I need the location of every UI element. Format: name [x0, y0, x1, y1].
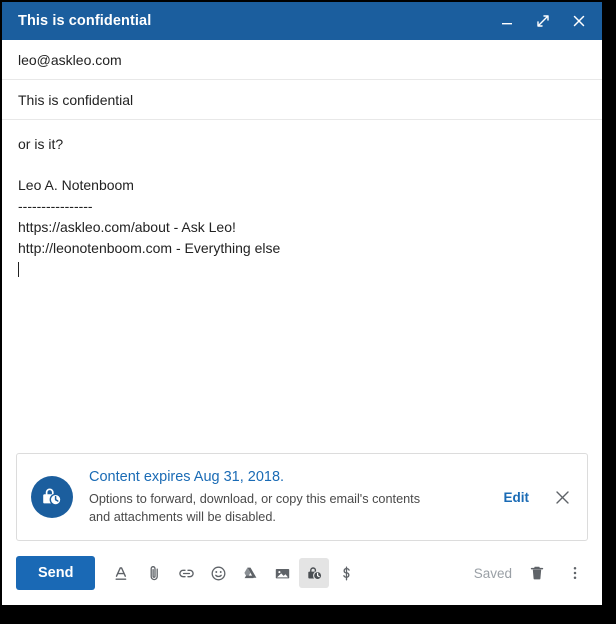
formatting-options-icon[interactable] — [107, 558, 137, 588]
confidential-banner-wrapper: Content expires Aug 31, 2018. Options to… — [2, 453, 602, 541]
body-line: https://askleo.com/about - Ask Leo! — [18, 219, 236, 236]
body-line: or is it? — [18, 136, 64, 153]
banner-close-icon[interactable] — [551, 486, 573, 508]
banner-edit-link[interactable]: Edit — [504, 490, 530, 505]
more-options-icon[interactable] — [562, 560, 588, 586]
text-cursor — [18, 260, 586, 281]
subject-value: This is confidential — [18, 92, 134, 109]
insert-link-icon[interactable] — [171, 558, 201, 588]
insert-photo-icon[interactable] — [267, 558, 297, 588]
attach-file-icon[interactable] — [139, 558, 169, 588]
lock-clock-icon — [31, 476, 73, 519]
saved-status-label: Saved — [473, 565, 512, 581]
window-title: This is confidential — [18, 13, 152, 29]
window-controls — [496, 10, 590, 32]
compose-toolbar: Send Saved — [2, 541, 602, 605]
to-value: leo@askleo.com — [18, 52, 122, 68]
body-line: Leo A. Notenboom — [18, 176, 134, 193]
confidential-mode-icon[interactable] — [299, 558, 330, 588]
banner-title: Content expires Aug 31, 2018. — [89, 469, 285, 486]
close-button[interactable] — [568, 10, 590, 32]
to-field[interactable]: leo@askleo.com — [2, 40, 602, 81]
insert-drive-file-icon[interactable] — [235, 558, 265, 588]
banner-text-block: Content expires Aug 31, 2018. Options to… — [89, 468, 486, 526]
banner-description-line1: Options to forward, download, or copy th… — [89, 491, 421, 506]
expand-button[interactable] — [532, 10, 554, 32]
trash-icon[interactable] — [524, 560, 550, 586]
minimize-button[interactable] — [496, 10, 518, 32]
subject-field[interactable]: This is confidential — [2, 80, 602, 121]
insert-emoji-icon[interactable] — [203, 558, 233, 588]
message-body[interactable]: or is it? Leo A. Notenboom -------------… — [2, 120, 602, 453]
body-line: ---------------- — [18, 197, 93, 214]
window-titlebar: This is confidential — [2, 2, 602, 40]
toolbar-right-group: Saved — [474, 560, 588, 586]
confidential-banner: Content expires Aug 31, 2018. Options to… — [16, 453, 588, 541]
banner-description-line2: and attachments will be disabled. — [89, 509, 276, 524]
body-line-blank — [18, 156, 586, 175]
toolbar-icon-group — [107, 558, 361, 588]
send-button[interactable]: Send — [16, 556, 96, 590]
insert-money-icon[interactable] — [331, 558, 361, 588]
body-line: http://leonotenboom.com - Everything els… — [18, 240, 281, 257]
compose-window: This is confidential leo@askleo.com This… — [2, 2, 602, 605]
